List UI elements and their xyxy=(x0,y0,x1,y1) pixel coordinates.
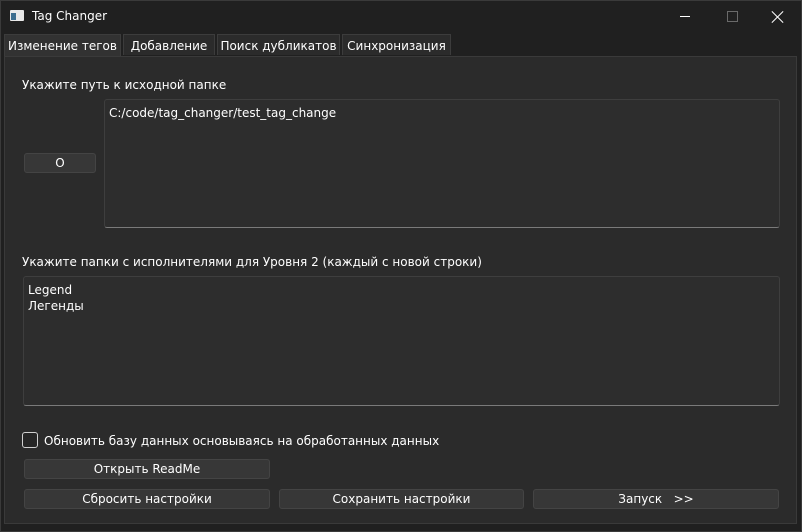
update-db-checkbox[interactable] xyxy=(22,432,38,448)
main-window: Tag Changer Изменение тегов Добавление П… xyxy=(0,0,802,532)
title-bar[interactable]: Tag Changer xyxy=(1,1,801,32)
maximize-icon xyxy=(726,11,738,22)
artists-folders-field[interactable]: Legend Легенды xyxy=(23,276,780,406)
reset-settings-button[interactable]: Сбросить настройки xyxy=(24,489,270,509)
minimize-button[interactable] xyxy=(662,1,708,32)
artists-folders-label: Укажите папки с исполнителями для Уровня… xyxy=(22,255,482,269)
maximize-button[interactable] xyxy=(709,1,755,32)
source-path-field[interactable]: C:/code/tag_changer/test_tag_change xyxy=(104,99,780,228)
app-icon xyxy=(10,10,24,21)
tab-content-panel: Укажите путь к исходной папке O C:/code/… xyxy=(4,56,797,524)
save-settings-button[interactable]: Сохранить настройки xyxy=(279,489,524,509)
close-icon xyxy=(772,11,784,23)
update-db-checkbox-label: Обновить базу данных основываясь на обра… xyxy=(44,434,440,448)
open-readme-button[interactable]: Открыть ReadMe xyxy=(24,459,270,479)
source-folder-label: Укажите путь к исходной папке xyxy=(22,78,227,92)
tab-add[interactable]: Добавление xyxy=(123,34,215,55)
tab-change-tags[interactable]: Изменение тегов xyxy=(4,34,121,56)
run-button[interactable]: Запуск >> xyxy=(533,489,779,509)
open-folder-button[interactable]: O xyxy=(24,153,96,173)
tab-sync[interactable]: Синхронизация xyxy=(342,34,451,55)
window-title: Tag Changer xyxy=(32,9,108,23)
minimize-icon xyxy=(680,16,690,17)
tab-find-duplicates[interactable]: Поиск дубликатов xyxy=(217,34,340,55)
close-button[interactable] xyxy=(755,1,801,32)
